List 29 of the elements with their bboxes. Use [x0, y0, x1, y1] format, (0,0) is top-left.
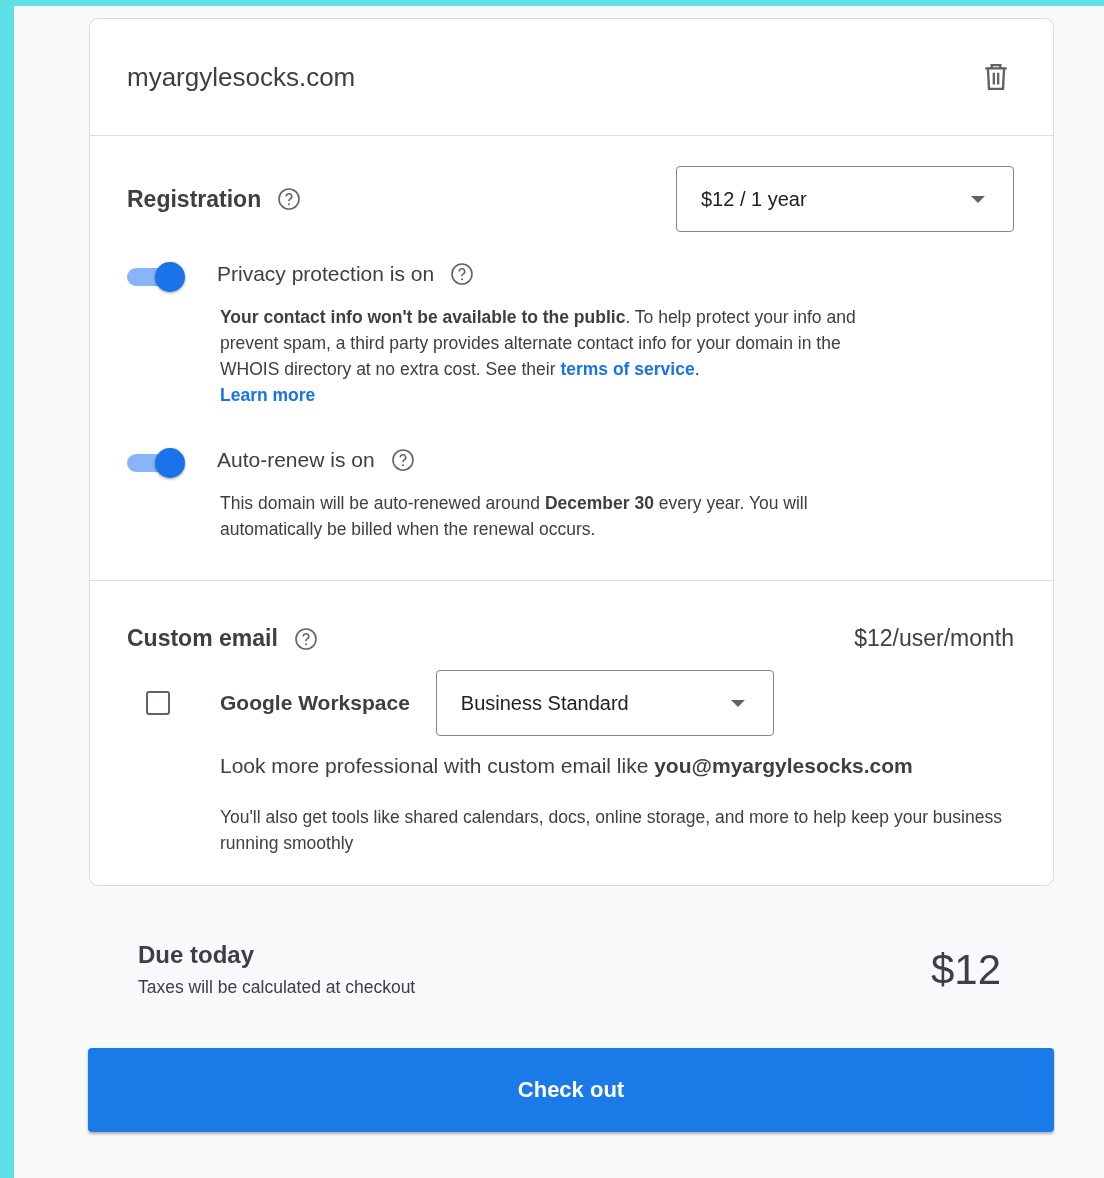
- section-title: Registration: [127, 185, 262, 213]
- option-title: Privacy protection is on: [217, 262, 435, 286]
- tax-note: Taxes will be calculated at checkout: [138, 977, 416, 998]
- checkbox[interactable]: [146, 691, 170, 715]
- help-icon[interactable]: [390, 448, 415, 472]
- caret-icon: [971, 195, 985, 203]
- learn-more-link[interactable]: Learn more: [220, 382, 316, 408]
- section-title: Custom email: [127, 625, 278, 652]
- help-icon[interactable]: [293, 626, 318, 651]
- checkout-button[interactable]: Check out: [88, 1048, 1054, 1132]
- domain-name: myargylesocks.com: [127, 61, 356, 93]
- option-title: Auto-renew is on: [217, 448, 375, 472]
- option-description: Your contact info won't be available to the public. To help protect your info and prevent spam, a third party provides alternate contact info for your domain in the WHOIS directory at no extra cost. See their terms of service.: [220, 306, 857, 381]
- plan-dropdown[interactable]: Business Standard: [435, 670, 774, 736]
- product-label: Google Workspace: [220, 691, 410, 715]
- caret-icon: [730, 699, 745, 707]
- price-text: $12/user/month: [854, 625, 1014, 652]
- toggle-switch[interactable]: [127, 448, 185, 478]
- details-text: You'll also get tools like shared calendars, docs, online storage, and more to help keep your business running smoothly: [220, 806, 1003, 855]
- toggle-switch[interactable]: [127, 262, 185, 292]
- due-title: Due today: [138, 941, 255, 969]
- period-dropdown[interactable]: $12 / 1 year: [676, 166, 1014, 232]
- trash-icon[interactable]: [983, 63, 1009, 91]
- help-icon[interactable]: [277, 187, 302, 211]
- terms-link[interactable]: terms of service: [560, 359, 695, 379]
- pitch-text: Look more professional with custom email like you@myargylesocks.com: [220, 754, 914, 778]
- total-amount: $12: [930, 945, 1001, 994]
- option-description: This domain will be auto-renewed around December 30 every year. You will automatically be billed when the renewal occurs.: [220, 492, 809, 541]
- help-icon[interactable]: [450, 262, 475, 286]
